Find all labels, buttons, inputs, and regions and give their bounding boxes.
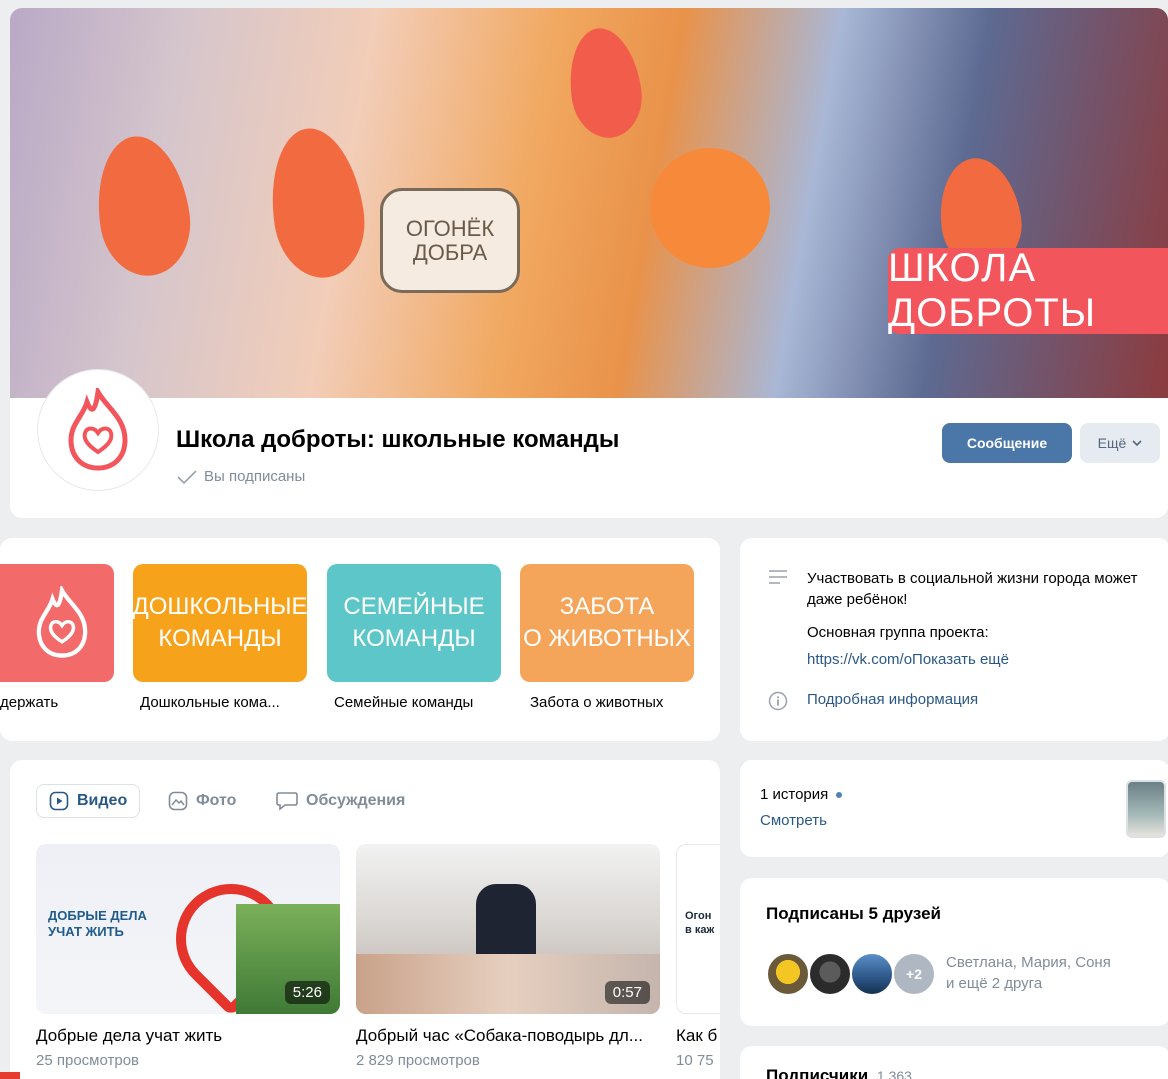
friends-names-line: и ещё 2 друга [946, 975, 1043, 992]
cover-flame [88, 130, 198, 282]
link-tile-preschool[interactable]: ДОШКОЛЬНЫЕ КОМАНДЫ [132, 564, 308, 682]
flame-heart-icon [68, 388, 128, 471]
about-text: Участвовать в социальной жизни города мо… [807, 568, 1147, 643]
stories-section[interactable]: 1 история Смотреть [740, 760, 1168, 857]
flame-heart-icon [36, 586, 88, 658]
chevron-down-icon [1132, 440, 1142, 446]
subscription-status[interactable]: Вы подписаны [176, 468, 305, 485]
video-title[interactable]: Добрые дела учат жить [36, 1026, 340, 1046]
tab-video[interactable]: Видео [36, 784, 141, 818]
tab-label: Обсуждения [306, 792, 406, 809]
more-friends-badge[interactable]: +2 [892, 952, 936, 996]
link-tile-family[interactable]: СЕМЕЙНЫЕ КОМАНДЫ [327, 564, 501, 682]
discussion-icon [276, 792, 298, 811]
avatar[interactable] [850, 952, 894, 996]
media-section: Видео Фото Обсуждения ДОБРЫЕ ДЕЛА УЧАТ Ж… [10, 760, 720, 1079]
link-label[interactable]: Забота о животных [530, 694, 663, 711]
video-duration: 0:57 [604, 981, 650, 1004]
friends-section: Подписаны 5 друзей +2 Светлана, Мария, С… [740, 878, 1168, 1026]
tab-label: Фото [196, 792, 237, 809]
cover-sign-text: ОГОНЁК ДОБРА [405, 215, 495, 265]
subscribers-section[interactable]: Подписчики 1 363 [740, 1046, 1168, 1079]
stories-count: 1 история [760, 786, 843, 803]
video-thumbnail[interactable]: ДОБРЫЕ ДЕЛА УЧАТ ЖИТЬ 5:26 [36, 844, 340, 1014]
info-icon [768, 691, 788, 711]
friends-names[interactable]: Светлана, Мария, Соня и ещё 2 друга [946, 952, 1111, 994]
checkmark-icon [177, 469, 197, 484]
video-icon [49, 791, 69, 811]
cover-banner-text: ШКОЛА ДОБРОТЫ [888, 246, 1097, 335]
subscribers-label: Подписчики [766, 1066, 869, 1079]
message-button[interactable]: Сообщение [942, 423, 1072, 463]
cover-image: ОГОНЁК ДОБРА ШКОЛА ДОБРОТЫ [10, 8, 1168, 398]
cover-circle [650, 148, 770, 268]
video-title[interactable]: Как б [676, 1026, 720, 1046]
video-thumbnail[interactable]: Огон в каж [676, 844, 720, 1014]
tab-discussions[interactable]: Обсуждения [264, 784, 417, 818]
photo-icon [168, 791, 188, 811]
link-label[interactable]: держать [0, 694, 58, 711]
video-views: 2 829 просмотров [356, 1052, 480, 1069]
about-text-line: Основная группа проекта: [807, 624, 989, 641]
stories-watch-link[interactable]: Смотреть [760, 812, 827, 829]
tab-label: Видео [77, 792, 128, 809]
avatar[interactable] [766, 952, 810, 996]
subscribers-count: 1 363 [876, 1068, 912, 1079]
links-section: держать ДОШКОЛЬНЫЕ КОМАНДЫ Дошкольные ко… [0, 538, 720, 741]
cover-flame [562, 23, 648, 143]
video-views: 25 просмотров [36, 1052, 140, 1069]
video-overlay-text: ДОБРЫЕ ДЕЛА УЧАТ ЖИТЬ [48, 908, 147, 939]
more-button[interactable]: Ещё [1080, 423, 1160, 463]
about-text-line: Участвовать в социальной жизни города мо… [807, 570, 1138, 608]
video-views: 10 75 [676, 1052, 714, 1069]
more-info-link[interactable]: Подробная информация [807, 691, 978, 708]
about-section: Участвовать в социальной жизни города мо… [740, 538, 1168, 741]
tab-photo[interactable]: Фото [156, 784, 248, 818]
cover-banner: ШКОЛА ДОБРОТЫ [888, 246, 1168, 335]
cover-sign: ОГОНЁК ДОБРА [380, 188, 520, 293]
more-button-label: Ещё [1097, 435, 1127, 451]
link-tile-animals[interactable]: ЗАБОТА О ЖИВОТНЫХ [520, 564, 694, 682]
friends-title[interactable]: Подписаны 5 друзей [766, 904, 941, 924]
cover-flame [261, 122, 373, 284]
new-dot-icon [836, 792, 843, 799]
group-header: ОГОНЁК ДОБРА ШКОЛА ДОБРОТЫ Школа доброты… [10, 8, 1168, 518]
group-title: Школа доброты: школьные команды [176, 426, 620, 453]
page-accent [0, 1072, 20, 1079]
video-duration: 5:26 [284, 981, 330, 1004]
story-thumbnail[interactable] [1126, 780, 1166, 838]
avatar[interactable] [808, 952, 852, 996]
link-label[interactable]: Семейные команды [334, 694, 473, 711]
subscribers-title[interactable]: Подписчики 1 363 [766, 1066, 912, 1079]
video-overlay-text: Огон в каж [685, 910, 715, 936]
about-link[interactable]: https://vk.com/оПоказать ещё [807, 651, 1009, 668]
link-label[interactable]: Дошкольные кома... [140, 694, 310, 711]
description-icon [769, 570, 787, 584]
friends-names-line: Светлана, Мария, Соня [946, 954, 1111, 971]
subscription-label: Вы подписаны [204, 468, 306, 485]
video-thumbnail[interactable]: 0:57 [356, 844, 660, 1014]
stories-count-label: 1 история [760, 786, 829, 803]
more-friends-count: +2 [906, 966, 922, 982]
link-tile-donate[interactable] [0, 564, 114, 682]
video-title[interactable]: Добрый час «Собака-поводырь дл... [356, 1026, 660, 1046]
group-avatar[interactable] [38, 370, 158, 490]
